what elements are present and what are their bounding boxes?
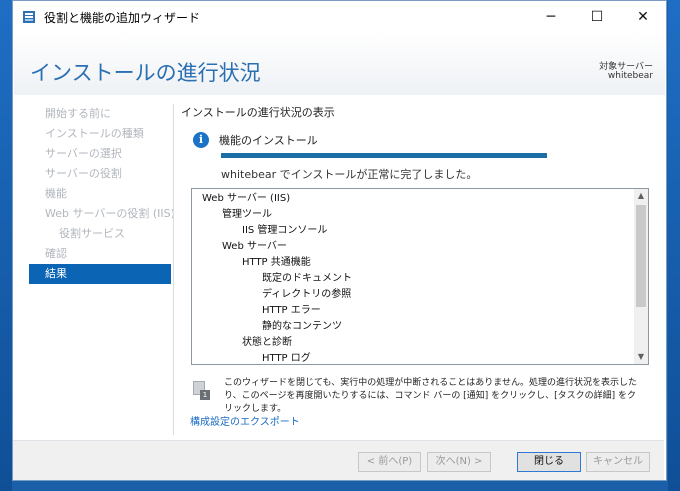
installation-progress-bar — [221, 153, 547, 158]
step-installation-type[interactable]: インストールの種類 — [29, 124, 171, 144]
close-icon: ✕ — [637, 9, 649, 25]
maximize-button[interactable]: ☐ — [574, 1, 620, 33]
desktop-background-right — [668, 0, 680, 491]
close-window-button[interactable]: ✕ — [620, 1, 666, 33]
maximize-icon: ☐ — [590, 9, 604, 25]
installation-status-text: whitebear でインストールが正常に完了しました。 — [221, 168, 478, 181]
progress-bar-fill — [221, 153, 547, 158]
info-icon: i — [193, 132, 209, 148]
feature-row: 管理ツール — [222, 209, 272, 220]
target-server-name: whitebear — [607, 71, 653, 81]
export-configuration-link[interactable]: 構成設定のエクスポート — [190, 413, 300, 428]
close-button[interactable]: 閉じる — [517, 452, 581, 472]
step-server-roles[interactable]: サーバーの役割 — [29, 164, 171, 184]
installed-features-list[interactable]: Web サーバー (IIS) 管理ツール IIS 管理コンソール Web サーバー HT… — [191, 188, 649, 365]
feature-row: ディレクトリの参照 — [262, 289, 352, 300]
wizard-close-note: このウィザードを閉じても、実行中の処理が中断されることはありません。処理の進行状… — [224, 378, 638, 414]
notification-badge: 1 — [200, 390, 210, 400]
wizard-footer: < 前へ(P) 次へ(N) > 閉じる キャンセル — [13, 440, 664, 480]
step-web-server-role[interactable]: Web サーバーの役割 (IIS) — [29, 204, 175, 224]
step-results[interactable]: 結果 — [29, 264, 171, 284]
feature-installation-label: 機能のインストール — [219, 134, 318, 147]
scroll-down-icon[interactable]: ▼ — [634, 350, 648, 364]
vertical-scrollbar[interactable]: ▲ ▼ — [634, 189, 648, 364]
feature-row: 既定のドキュメント — [262, 273, 352, 284]
step-server-selection[interactable]: サーバーの選択 — [29, 144, 171, 164]
minimize-icon: ─ — [546, 9, 556, 25]
feature-row: Web サーバー (IIS) — [202, 193, 291, 204]
server-manager-icon — [23, 11, 35, 23]
features-tree: Web サーバー (IIS) 管理ツール IIS 管理コンソール Web サーバー HT… — [192, 191, 632, 364]
sidebar-divider — [173, 104, 174, 435]
wizard-header: インストールの進行状況 対象サーバー whitebear — [14, 33, 665, 95]
previous-button[interactable]: < 前へ(P) — [358, 452, 421, 472]
wizard-steps-sidebar: 開始する前に インストールの種類 サーバーの選択 サーバーの役割 機能 Web … — [29, 104, 175, 284]
feature-row: HTTP 共通機能 — [242, 257, 311, 268]
feature-row: IIS 管理コンソール — [242, 225, 328, 236]
desktop-background-left — [0, 0, 12, 491]
step-features[interactable]: 機能 — [29, 184, 171, 204]
feature-row: Web サーバー — [222, 241, 287, 252]
page-title: インストールの進行状況 — [30, 61, 261, 85]
window-title: 役割と機能の追加ウィザード — [44, 11, 201, 25]
cancel-button[interactable]: キャンセル — [586, 452, 650, 472]
minimize-button[interactable]: ─ — [528, 1, 574, 33]
scrollbar-thumb[interactable] — [636, 205, 646, 307]
step-role-services[interactable]: 役割サービス — [29, 224, 171, 244]
section-title: インストールの進行状況の表示 — [181, 106, 335, 119]
next-button[interactable]: 次へ(N) > — [427, 452, 491, 472]
feature-row: HTTP ログ — [262, 353, 311, 364]
step-before-you-begin[interactable]: 開始する前に — [29, 104, 171, 124]
title-bar[interactable]: 役割と機能の追加ウィザード ─ ☐ ✕ — [13, 1, 666, 33]
step-confirmation[interactable]: 確認 — [29, 244, 171, 264]
feature-row: 静的なコンテンツ — [262, 321, 342, 332]
feature-row: 状態と診断 — [242, 337, 292, 348]
feature-row: HTTP エラー — [262, 305, 321, 316]
scroll-up-icon[interactable]: ▲ — [634, 189, 648, 203]
